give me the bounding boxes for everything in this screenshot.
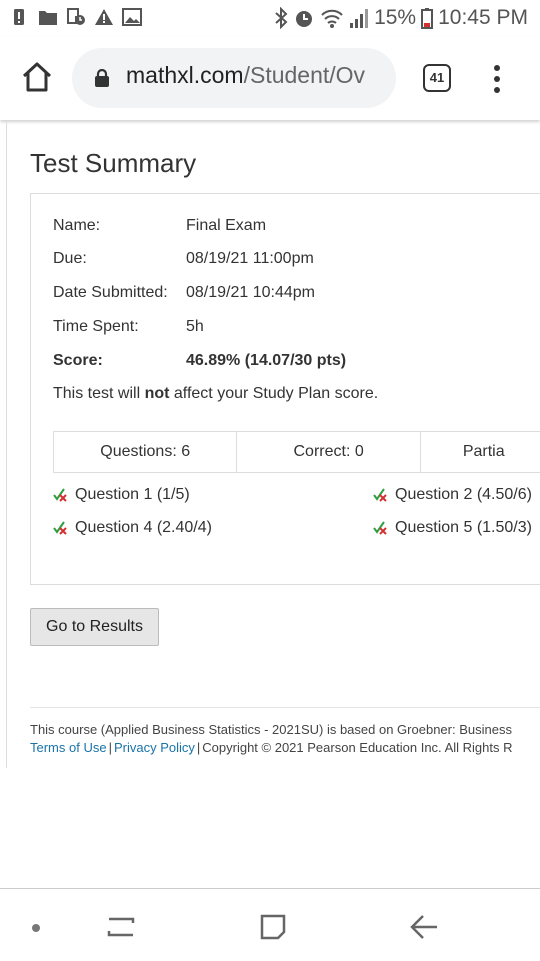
terms-of-use-link[interactable]: Terms of Use: [30, 740, 107, 755]
browser-toolbar: mathxl.com/Student/Ov 41: [0, 36, 540, 120]
battery-percent: 15%: [374, 6, 417, 29]
stats-bar: Questions: 6 Correct: 0 Partia: [53, 431, 540, 473]
question-label: Question 5 (1.50/3): [395, 519, 532, 536]
alert-notification-icon: [14, 9, 24, 25]
stat-partial: Partia: [462, 443, 505, 460]
note-text-bold: not: [144, 385, 170, 402]
battery-icon: [421, 8, 434, 29]
footer-divider: [30, 707, 540, 708]
question-link[interactable]: Question 4 (2.40/4): [53, 519, 212, 537]
url-domain: mathxl.com: [126, 62, 244, 88]
question-link[interactable]: Question 5 (1.50/3): [373, 519, 532, 537]
lock-icon[interactable]: [93, 69, 111, 87]
date-submitted-label: Date Submitted:: [53, 284, 168, 301]
footer-separator: |: [108, 740, 112, 755]
question-link[interactable]: Question 1 (1/5): [53, 486, 190, 504]
overflow-menu-icon[interactable]: [492, 63, 502, 95]
time-spent-label: Time Spent:: [53, 318, 139, 335]
page-content: Test Summary Name: Final Exam Due: 08/19…: [6, 120, 540, 768]
name-value: Final Exam: [186, 217, 267, 234]
partially-correct-icon: [373, 521, 387, 535]
system-navigation-bar: [0, 888, 540, 961]
partially-correct-icon: [53, 521, 67, 535]
question-label: Question 4 (2.40/4): [75, 519, 212, 536]
due-value: 08/19/21 11:00pm: [186, 250, 314, 267]
signal-icon: [350, 9, 369, 28]
image-icon: [122, 8, 142, 26]
course-info: This course (Applied Business Statistics…: [30, 722, 512, 737]
partially-correct-icon: [373, 488, 387, 502]
score-value: 46.89% (14.07/30 pts): [186, 352, 347, 369]
copyright-text: Copyright © 2021 Pearson Education Inc. …: [202, 740, 513, 755]
recent-apps-icon[interactable]: [107, 913, 135, 941]
partially-correct-icon: [53, 488, 67, 502]
study-plan-note: This test will not affect your Study Pla…: [53, 385, 378, 403]
bluetooth-icon: [275, 7, 288, 29]
warning-icon: [95, 9, 113, 25]
score-label: Score:: [53, 352, 103, 369]
nav-dot-icon[interactable]: [31, 923, 41, 933]
home-nav-icon[interactable]: [259, 913, 287, 941]
stat-questions: Questions: 6: [54, 432, 238, 472]
stat-correct: Correct: 0: [237, 432, 421, 472]
note-text-before: This test will: [53, 385, 145, 402]
folder-icon: [39, 11, 57, 25]
footer-links: Terms of Use | Privacy Policy | Copyright © …: [30, 740, 512, 755]
status-bar: 15% 10:45 PM: [0, 0, 540, 36]
go-to-results-button[interactable]: Go to Results: [30, 608, 159, 646]
note-text-after: affect your Study Plan score.: [169, 385, 379, 402]
test-summary-panel: Name: Final Exam Due: 08/19/21 11:00pm D…: [30, 193, 540, 585]
footer-separator: |: [196, 740, 201, 755]
wifi-icon: [321, 9, 343, 28]
url-path: /Student/Ov: [243, 62, 366, 88]
question-label: Question 1 (1/5): [75, 486, 190, 503]
question-label: Question 2 (4.50/6): [395, 486, 532, 503]
time-spent-value: 5h: [186, 318, 204, 335]
date-submitted-value: 08/19/21 10:44pm: [186, 284, 315, 301]
due-label: Due:: [53, 250, 87, 267]
privacy-policy-link[interactable]: Privacy Policy: [114, 740, 195, 755]
name-label: Name:: [53, 217, 101, 234]
question-link[interactable]: Question 2 (4.50/6): [373, 486, 532, 504]
alarm-icon: [296, 11, 313, 27]
url-text[interactable]: mathxl.com/Student/Ov: [126, 62, 388, 89]
document-clock-icon: [67, 8, 85, 25]
tab-switcher-button[interactable]: 41: [423, 64, 451, 92]
page-title: Test Summary: [30, 148, 197, 178]
clock-time: 10:45 PM: [438, 6, 528, 29]
back-icon[interactable]: [409, 913, 439, 941]
address-bar[interactable]: mathxl.com/Student/Ov: [72, 48, 396, 108]
home-icon[interactable]: [20, 60, 54, 94]
